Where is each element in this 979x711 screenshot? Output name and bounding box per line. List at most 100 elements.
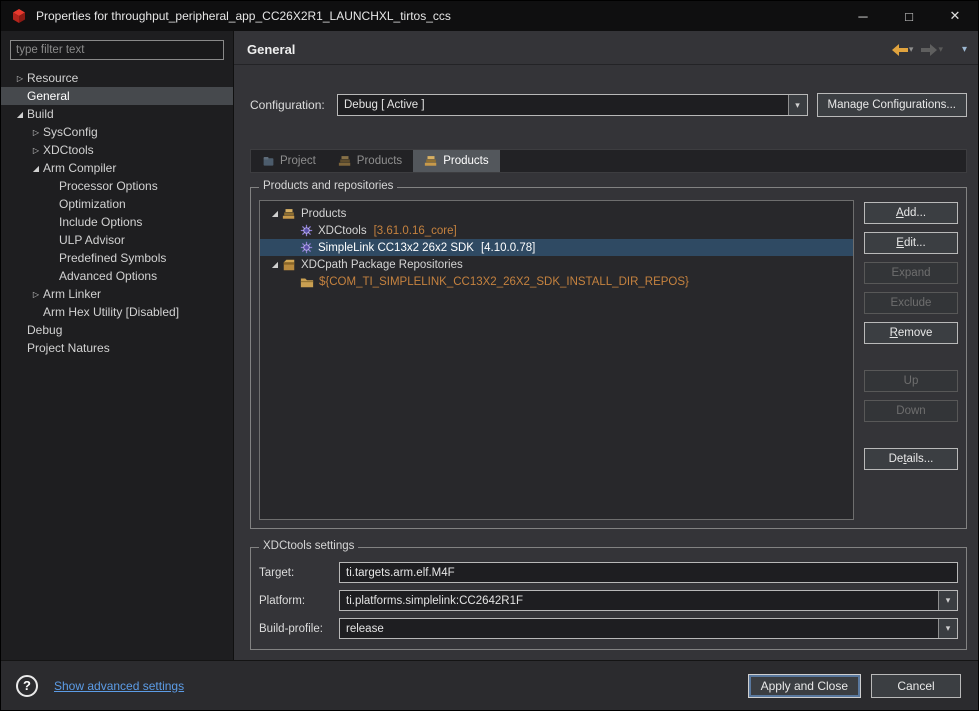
tabstrip: Project Products Products <box>250 149 967 173</box>
sidebar-item-optimization[interactable]: Optimization <box>1 195 233 213</box>
platform-combo[interactable]: ti.platforms.simplelink:CC2642R1F ▾ <box>339 590 958 611</box>
forward-history-dropdown-icon: ▾ <box>938 44 943 54</box>
cancel-button[interactable]: Cancel <box>871 673 961 698</box>
sidebar-item-processor-options[interactable]: Processor Options <box>1 177 233 195</box>
sidebar-item-arm-compiler[interactable]: ◢ Arm Compiler <box>1 159 233 177</box>
product-row-com-ti-simplelink-cc13x2-26x2-sdk-install-dir-re[interactable]: ${COM_TI_SIMPLELINK_CC13X2_26X2_SDK_INST… <box>260 273 853 290</box>
sidebar: ▷ResourceGeneral◢Build▷SysConfig▷XDCtool… <box>1 31 234 660</box>
twistie-collapsed-icon[interactable]: ▷ <box>29 146 43 155</box>
sidebar-item-label: Optimization <box>59 197 126 211</box>
twistie-expanded-icon[interactable]: ◢ <box>13 110 27 119</box>
sidebar-item-label: ULP Advisor <box>59 233 125 247</box>
app-logo-icon <box>11 8 27 24</box>
minimize-button-icon[interactable]: ─ <box>840 1 886 31</box>
tab-products-3[interactable]: Products <box>413 150 500 172</box>
folder-repo-icon <box>300 275 314 289</box>
sidebar-item-ulp-advisor[interactable]: ULP Advisor <box>1 231 233 249</box>
sidebar-item-arm-linker[interactable]: ▷ Arm Linker <box>1 285 233 303</box>
sidebar-item-sysconfig[interactable]: ▷ SysConfig <box>1 123 233 141</box>
maximize-button-icon[interactable]: □ <box>886 1 932 31</box>
xdctools-settings-group: XDCtools settings Target: Platform: ti.pla… <box>250 540 967 650</box>
sidebar-tree: ▷ Resource General ◢ Build ▷ SysConfig ▷ XDCtool… <box>1 69 233 357</box>
combo-caret-icon[interactable]: ▾ <box>787 95 807 115</box>
configuration-combo[interactable]: Debug [ Active ] ▾ <box>337 94 808 116</box>
manage-configurations-button[interactable]: Manage Configurations... <box>816 93 967 117</box>
edit-button[interactable]: Edit... <box>864 232 958 254</box>
product-row-version: [3.61.0.16_core] <box>373 224 457 237</box>
main-panel: General ▾ ▾ ▾ Configuration: Debug [Act… <box>234 31 978 660</box>
sidebar-item-general[interactable]: General <box>1 87 233 105</box>
back-history-dropdown-icon[interactable]: ▾ <box>909 44 914 55</box>
xdctools-group-title: XDCtools settings <box>259 540 359 552</box>
titlebar: Properties for throughput_peripheral_app… <box>1 1 978 31</box>
sidebar-item-xdctools[interactable]: ▷ XDCtools <box>1 141 233 159</box>
product-row-label: ${COM_TI_SIMPLELINK_CC13X2_26X2_SDK_INST… <box>319 275 689 288</box>
sidebar-item-project-natures[interactable]: Project Natures <box>1 339 233 357</box>
show-advanced-settings-link[interactable]: Show advanced settings <box>54 679 184 693</box>
project-icon <box>262 155 275 168</box>
nav-toolbar: ▾ ▾ ▾ <box>889 42 967 58</box>
twistie-expanded-icon[interactable]: ◢ <box>268 209 282 218</box>
apply-and-close-button[interactable]: Apply and Close <box>747 673 861 698</box>
forward-button: ▾ <box>918 42 946 58</box>
product-row-label: Products <box>301 207 347 220</box>
product-row-simplelink-cc13x2-26x2-sdk[interactable]: SimpleLink CC13x2 26x2 SDK [4.10.0.78] <box>260 239 853 256</box>
product-row-xdcpath-package-repositories[interactable]: ◢ XDCpath Package Repositories <box>260 256 853 273</box>
sidebar-item-predefined-symbols[interactable]: Predefined Symbols <box>1 249 233 267</box>
sidebar-item-advanced-options[interactable]: Advanced Options <box>1 267 233 285</box>
back-icon <box>891 43 908 56</box>
view-menu-icon[interactable]: ▾ <box>962 44 967 55</box>
products-group-inner: ◢ Products XDCtools [3.61.0.16_core] SimpleL… <box>259 200 958 520</box>
products-stack-icon <box>424 154 438 168</box>
sidebar-item-label: Resource <box>27 71 79 85</box>
combo-caret-icon[interactable]: ▾ <box>938 591 957 610</box>
sidebar-item-label: Build <box>27 107 54 121</box>
products-group: Products and repositories ◢ Products XDCto… <box>250 180 967 529</box>
back-button[interactable]: ▾ <box>889 42 917 58</box>
tab-project-1[interactable]: Project <box>251 150 327 172</box>
product-row-xdctools[interactable]: XDCtools [3.61.0.16_core] <box>260 222 853 239</box>
sidebar-item-resource[interactable]: ▷ Resource <box>1 69 233 87</box>
configuration-row: Configuration: Debug [ Active ] ▾ Manage… <box>250 93 967 117</box>
combo-caret-icon[interactable]: ▾ <box>938 619 957 638</box>
twistie-collapsed-icon[interactable]: ▷ <box>29 128 43 137</box>
sidebar-item-label: SysConfig <box>43 125 98 139</box>
product-row-label: XDCpath Package Repositories <box>301 258 463 271</box>
twistie-collapsed-icon[interactable]: ▷ <box>13 74 27 83</box>
close-button-icon[interactable]: ✕ <box>932 1 978 31</box>
add-button[interactable]: Add... <box>864 202 958 224</box>
tab-products-2[interactable]: Products <box>327 150 413 172</box>
sidebar-item-label: Arm Compiler <box>43 161 117 175</box>
products-group-title: Products and repositories <box>259 180 398 192</box>
product-row-products[interactable]: ◢ Products <box>260 205 853 222</box>
field-label: Target: <box>259 566 295 579</box>
products-list: ◢ Products XDCtools [3.61.0.16_core] SimpleL… <box>259 200 854 520</box>
up-button: Up <box>864 370 958 392</box>
remove-button[interactable]: Remove <box>864 322 958 344</box>
xdc-gear-icon <box>300 241 313 254</box>
forward-icon <box>921 43 938 56</box>
products-stack-icon <box>282 207 296 221</box>
xdc-gear-icon <box>300 224 313 237</box>
filter-input[interactable] <box>10 40 224 60</box>
sidebar-item-include-options[interactable]: Include Options <box>1 213 233 231</box>
sidebar-item-label: Include Options <box>59 215 143 229</box>
details-button[interactable]: Details... <box>864 448 958 470</box>
products-buttons: Add... Edit... Expand Exclude Remove Up Down De… <box>864 200 958 520</box>
sidebar-item-label: Project Natures <box>27 341 110 355</box>
help-icon[interactable]: ? <box>16 674 38 697</box>
footer-bar: ? Show advanced settings Apply and Close… <box>1 660 978 710</box>
target-input[interactable] <box>339 562 958 583</box>
tab-label: Products <box>356 155 403 167</box>
page-title: General <box>247 42 296 57</box>
twistie-expanded-icon[interactable]: ◢ <box>268 260 282 269</box>
sidebar-item-build[interactable]: ◢ Build <box>1 105 233 123</box>
field-label: Build-profile: <box>259 622 323 635</box>
build-profile-combo[interactable]: release ▾ <box>339 618 958 639</box>
sidebar-item-debug[interactable]: Debug <box>1 321 233 339</box>
package-icon <box>282 258 296 272</box>
twistie-expanded-icon[interactable]: ◢ <box>29 164 43 173</box>
twistie-collapsed-icon[interactable]: ▷ <box>29 290 43 299</box>
sidebar-item-arm-hex-utility-disabled[interactable]: Arm Hex Utility [Disabled] <box>1 303 233 321</box>
window-controls: ─ □ ✕ <box>840 1 978 31</box>
